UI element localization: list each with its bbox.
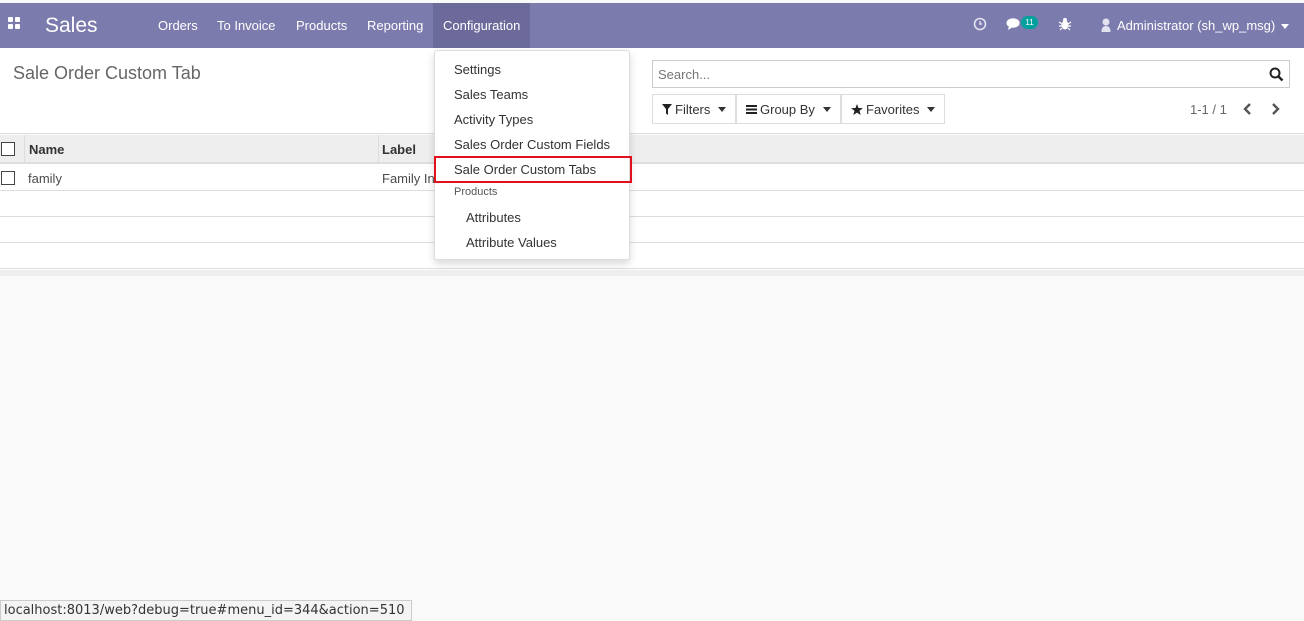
row-checkbox[interactable] (1, 171, 15, 185)
menu-reporting[interactable]: Reporting (357, 3, 433, 48)
table-header: Name Label (0, 135, 1304, 164)
favorites-label: Favorites (866, 101, 920, 117)
pager-value[interactable]: 1-1 / 1 (1190, 102, 1227, 117)
menu-products[interactable]: Products (286, 3, 357, 48)
debug-bug-icon[interactable] (1058, 17, 1072, 31)
control-panel: Sale Order Custom Tab Filters Group By F… (0, 48, 1304, 134)
group-by-label: Group By (760, 101, 815, 117)
filters-button[interactable]: Filters (652, 94, 736, 124)
menu-item-attributes[interactable]: Attributes (466, 210, 521, 225)
select-all-checkbox[interactable] (1, 142, 15, 156)
menu-item-attribute-values[interactable]: Attribute Values (466, 235, 557, 250)
table-row[interactable]: family Family In (0, 165, 1304, 191)
menu-to-invoice[interactable]: To Invoice (207, 3, 286, 48)
list-view: Name Label family Family In (0, 135, 1304, 270)
configuration-dropdown: Settings Sales Teams Activity Types Sale… (434, 50, 632, 260)
page-title: Sale Order Custom Tab (13, 63, 201, 83)
menu-orders[interactable]: Orders (148, 3, 208, 48)
list-footer (0, 270, 1304, 276)
favorites-caret-icon (927, 106, 936, 112)
column-header-label[interactable]: Label (382, 142, 416, 157)
favorites-button[interactable]: Favorites (841, 94, 945, 124)
empty-row (0, 191, 1304, 217)
app-title[interactable]: Sales (45, 14, 98, 38)
user-menu-caret-icon[interactable] (1281, 24, 1289, 29)
filter-funnel-icon (662, 103, 672, 115)
group-by-bars-icon (746, 104, 757, 114)
user-menu[interactable]: Administrator (sh_wp_msg) (1117, 18, 1275, 33)
menu-item-activity-types[interactable]: Activity Types (454, 112, 533, 127)
search-input[interactable] (658, 67, 1248, 82)
menu-item-settings[interactable]: Settings (454, 62, 501, 77)
group-by-caret-icon (822, 106, 831, 112)
search-icon[interactable] (1269, 67, 1284, 82)
group-by-button[interactable]: Group By (736, 94, 841, 124)
pager-previous-icon[interactable] (1241, 101, 1255, 117)
menu-item-sales-order-custom-fields[interactable]: Sales Order Custom Fields (454, 137, 610, 152)
cell-name: family (28, 171, 62, 186)
favorites-star-icon (851, 103, 863, 115)
messages-chat-icon[interactable] (1006, 17, 1022, 31)
menu-item-sale-order-custom-tabs[interactable]: Sale Order Custom Tabs (454, 162, 596, 177)
empty-row (0, 217, 1304, 243)
main-navbar: Sales Orders To Invoice Products Reporti… (0, 3, 1304, 48)
filters-label: Filters (675, 101, 711, 117)
pager-next-icon[interactable] (1268, 101, 1282, 117)
menu-section-products: Products (454, 186, 498, 198)
column-divider (378, 135, 379, 164)
apps-menu-icon[interactable] (8, 17, 20, 29)
menu-configuration[interactable]: Configuration (433, 3, 531, 48)
activity-clock-icon[interactable] (973, 17, 987, 31)
messages-count-badge: 11 (1021, 16, 1038, 29)
empty-row (0, 243, 1304, 269)
status-url-bar: localhost:8013/web?debug=true#menu_id=34… (0, 600, 412, 621)
menu-item-sales-teams[interactable]: Sales Teams (454, 87, 528, 102)
user-avatar-icon[interactable] (1101, 18, 1111, 33)
cell-label: Family In (382, 171, 435, 186)
column-divider (24, 135, 25, 164)
column-header-name[interactable]: Name (29, 142, 64, 157)
search-box[interactable] (652, 60, 1290, 88)
filters-caret-icon (718, 106, 727, 112)
